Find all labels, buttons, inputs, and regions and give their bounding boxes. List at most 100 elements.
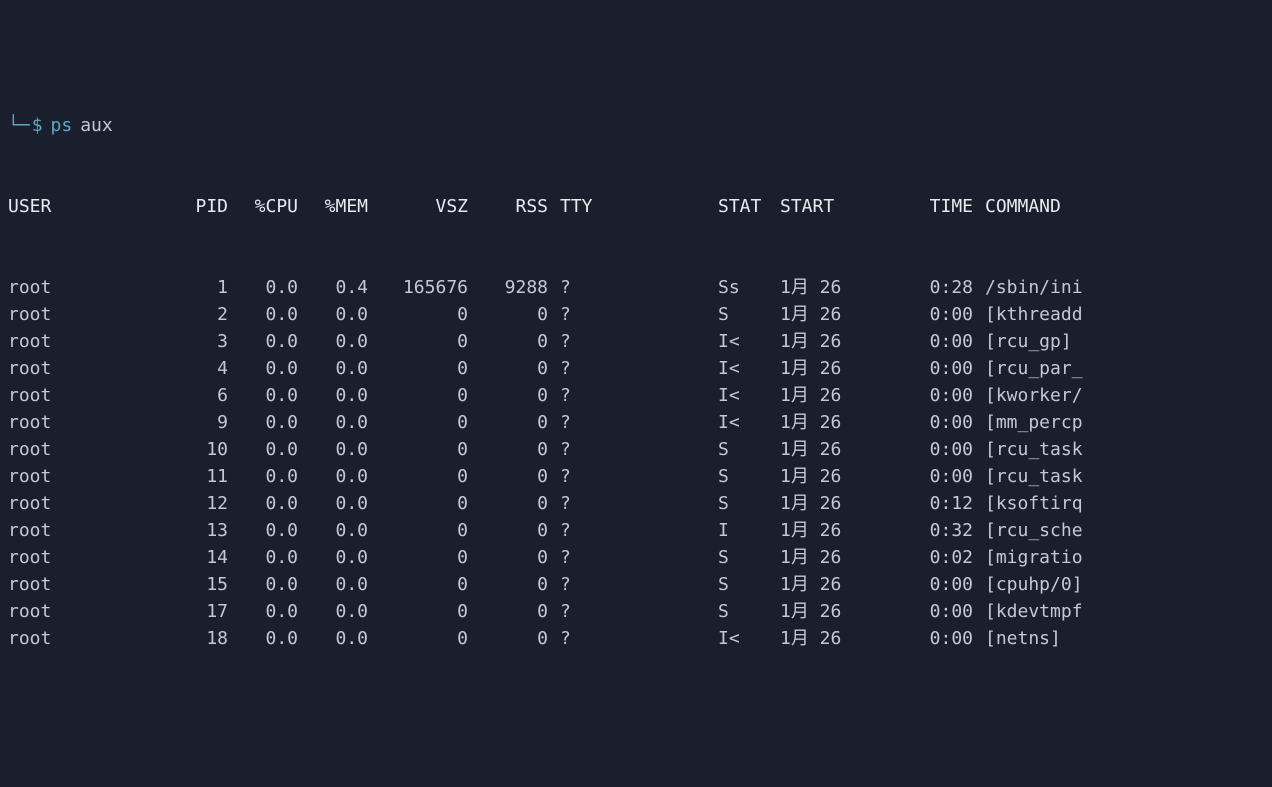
cell-tty: ?	[548, 382, 598, 409]
cell-cpu: 0.0	[228, 571, 298, 598]
cell-cpu: 0.0	[228, 625, 298, 652]
header-user: USER	[8, 193, 128, 220]
cell-user: root	[8, 436, 128, 463]
cell-user: root	[8, 598, 128, 625]
cell-mem: 0.4	[298, 274, 368, 301]
cell-user: root	[8, 571, 128, 598]
cell-rss: 0	[468, 571, 548, 598]
cell-rss: 0	[468, 490, 548, 517]
process-row: root120.00.000?S1月 260:12[ksoftirq	[8, 490, 1264, 517]
cell-rss: 0	[468, 328, 548, 355]
header-time: TIME	[868, 193, 973, 220]
cell-time: 0:00	[868, 355, 973, 382]
cell-rss: 0	[468, 625, 548, 652]
cell-rss: 0	[468, 463, 548, 490]
header-cpu: %CPU	[228, 193, 298, 220]
header-vsz: VSZ	[368, 193, 468, 220]
cell-tty: ?	[548, 328, 598, 355]
cell-cpu: 0.0	[228, 490, 298, 517]
cell-stat: S	[598, 463, 768, 490]
cell-vsz: 0	[368, 517, 468, 544]
header-tty: TTY	[548, 193, 598, 220]
cell-command: [rcu_par_	[973, 355, 1083, 382]
cell-pid: 10	[128, 436, 228, 463]
cell-command: [rcu_gp]	[973, 328, 1072, 355]
header-start: START	[768, 193, 868, 220]
process-row: root100.00.000?S1月 260:00[rcu_task	[8, 436, 1264, 463]
cell-stat: S	[598, 436, 768, 463]
cell-mem: 0.0	[298, 328, 368, 355]
cell-pid: 11	[128, 463, 228, 490]
cell-stat: I<	[598, 328, 768, 355]
cell-user: root	[8, 517, 128, 544]
cell-pid: 17	[128, 598, 228, 625]
cell-tty: ?	[548, 598, 598, 625]
cell-command: [rcu_sche	[973, 517, 1083, 544]
process-rows-container: root10.00.41656769288?Ss1月 260:28/sbin/i…	[8, 274, 1264, 652]
cell-user: root	[8, 490, 128, 517]
cell-rss: 0	[468, 544, 548, 571]
cell-start: 1月 26	[768, 463, 868, 490]
cell-start: 1月 26	[768, 382, 868, 409]
cell-user: root	[8, 301, 128, 328]
cell-pid: 13	[128, 517, 228, 544]
cell-rss: 9288	[468, 274, 548, 301]
prompt-corner-icon: └─	[8, 112, 30, 139]
cell-time: 0:00	[868, 328, 973, 355]
cell-start: 1月 26	[768, 301, 868, 328]
cell-rss: 0	[468, 382, 548, 409]
process-row: root60.00.000?I<1月 260:00[kworker/	[8, 382, 1264, 409]
cell-mem: 0.0	[298, 436, 368, 463]
cell-time: 0:00	[868, 436, 973, 463]
cell-start: 1月 26	[768, 355, 868, 382]
cell-mem: 0.0	[298, 517, 368, 544]
cell-pid: 1	[128, 274, 228, 301]
header-mem: %MEM	[298, 193, 368, 220]
cell-cpu: 0.0	[228, 409, 298, 436]
cell-mem: 0.0	[298, 355, 368, 382]
cell-pid: 6	[128, 382, 228, 409]
cell-cpu: 0.0	[228, 355, 298, 382]
cell-mem: 0.0	[298, 571, 368, 598]
prompt-dollar-sign: $	[32, 112, 43, 139]
cell-start: 1月 26	[768, 274, 868, 301]
process-row: root90.00.000?I<1月 260:00[mm_percp	[8, 409, 1264, 436]
cell-rss: 0	[468, 598, 548, 625]
cell-rss: 0	[468, 355, 548, 382]
cell-vsz: 0	[368, 382, 468, 409]
process-row: root170.00.000?S1月 260:00[kdevtmpf	[8, 598, 1264, 625]
cell-time: 0:28	[868, 274, 973, 301]
cell-vsz: 0	[368, 409, 468, 436]
cell-command: [kthreadd	[973, 301, 1083, 328]
cell-stat: I<	[598, 355, 768, 382]
cell-stat: I<	[598, 409, 768, 436]
cell-mem: 0.0	[298, 409, 368, 436]
table-header-row: USERPID%CPU%MEMVSZRSSTTYSTATSTARTTIMECOM…	[8, 193, 1264, 220]
cell-stat: I<	[598, 625, 768, 652]
cell-command: [ksoftirq	[973, 490, 1083, 517]
cell-vsz: 0	[368, 301, 468, 328]
cell-pid: 12	[128, 490, 228, 517]
cell-vsz: 0	[368, 463, 468, 490]
header-stat: STAT	[598, 193, 768, 220]
cell-stat: S	[598, 598, 768, 625]
cell-command: /sbin/ini	[973, 274, 1083, 301]
cell-cpu: 0.0	[228, 382, 298, 409]
cell-tty: ?	[548, 490, 598, 517]
cell-mem: 0.0	[298, 301, 368, 328]
cell-mem: 0.0	[298, 382, 368, 409]
cell-user: root	[8, 544, 128, 571]
cell-command: [netns]	[973, 625, 1061, 652]
cell-rss: 0	[468, 517, 548, 544]
cell-tty: ?	[548, 571, 598, 598]
cell-pid: 3	[128, 328, 228, 355]
cell-tty: ?	[548, 274, 598, 301]
cell-cpu: 0.0	[228, 301, 298, 328]
cell-stat: I	[598, 517, 768, 544]
cell-user: root	[8, 355, 128, 382]
cell-vsz: 0	[368, 328, 468, 355]
cell-stat: I<	[598, 382, 768, 409]
cell-mem: 0.0	[298, 598, 368, 625]
cell-user: root	[8, 409, 128, 436]
cell-vsz: 0	[368, 355, 468, 382]
